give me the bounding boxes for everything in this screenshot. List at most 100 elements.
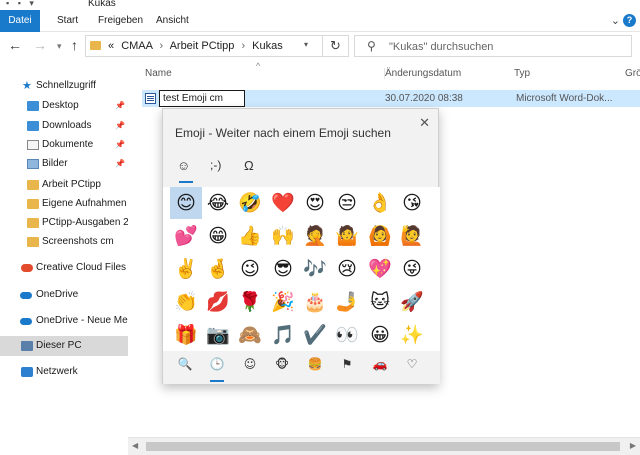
column-header-type[interactable]: Typ [514,68,530,79]
emoji-cell[interactable]: 💖 [364,253,396,285]
breadcrumb-separator[interactable]: › [159,40,163,52]
emoji-cell[interactable]: 👀 [331,319,363,351]
sidebar-item-this-pc[interactable]: Dieser PC [0,336,128,356]
tab-start[interactable]: Start [57,10,78,32]
horizontal-scrollbar[interactable]: ◀ ▶ [128,437,640,455]
emoji-cell[interactable]: 🤣 [234,187,266,219]
sidebar-item-pictures[interactable]: Bilder 📌 [0,154,128,174]
back-button[interactable]: ← [8,37,22,53]
recent-locations-dropdown[interactable]: ▾ [57,41,62,52]
emoji-cell[interactable]: 🐱 [364,286,396,318]
emoji-cell[interactable]: 🤦 [299,220,331,252]
rename-input[interactable]: test Emoji cm [159,90,245,107]
tab-emoji[interactable]: ☺ [177,158,190,173]
breadcrumb-separator[interactable]: › [241,40,245,52]
emoji-cell[interactable]: 🤳 [331,286,363,318]
column-header-size[interactable]: Grö [625,68,640,79]
emoji-cell[interactable]: 📷 [202,319,234,351]
sidebar-item-onedrive[interactable]: OneDrive [0,285,128,305]
sidebar-item-creative-cloud[interactable]: Creative Cloud Files [0,258,128,278]
emoji-cell[interactable]: 🙋 [396,220,428,252]
emoji-cell[interactable]: 😉 [234,253,266,285]
pin-icon[interactable]: 📌 [115,96,125,116]
close-icon[interactable]: ✕ [419,115,430,131]
quick-access-toolbar[interactable]: ▪ ▪ ▾ [6,0,37,9]
emoji-cell[interactable]: 😜 [396,253,428,285]
scroll-left-icon[interactable]: ◀ [132,441,138,450]
breadcrumb-item[interactable]: Kukas [252,40,283,52]
emoji-cell[interactable]: 🙌 [267,220,299,252]
pin-icon[interactable]: 📌 [115,116,125,136]
emoji-cell[interactable]: 😁 [202,220,234,252]
emoji-cell[interactable]: 🤷 [331,220,363,252]
sidebar-item-downloads[interactable]: Downloads 📌 [0,116,128,136]
emoji-cell[interactable]: 👌 [364,187,396,219]
scrollbar-thumb[interactable] [146,442,620,451]
emoji-cell[interactable]: 🚀 [396,286,428,318]
sidebar-item-network[interactable]: Netzwerk [0,362,128,382]
emoji-cell[interactable]: ✨ [396,319,428,351]
column-header-name[interactable]: Name [145,68,172,79]
address-overflow-icon[interactable]: « [108,40,114,52]
emoji-cell[interactable]: ✌️ [170,253,202,285]
emoji-cell[interactable]: 🎁 [170,319,202,351]
tab-share[interactable]: Freigeben [98,10,143,32]
sidebar-item-documents[interactable]: Dokumente 📌 [0,135,128,155]
column-header-modified[interactable]: Änderungsdatum [384,68,461,79]
flag-icon[interactable]: ⚑ [336,357,358,371]
emoji-cell[interactable]: 🎶 [299,253,331,285]
sidebar-item-onedrive-neue-medien[interactable]: OneDrive - Neue Med [0,311,128,331]
address-bar[interactable]: « CMAA › Arbeit PCtipp › Kukas [85,35,323,57]
emoji-cell[interactable]: 😒 [331,187,363,219]
recent-icon[interactable]: 🕒 [206,357,228,371]
smiley-icon[interactable]: ☺ [239,357,261,371]
emoji-cell[interactable]: 😎 [267,253,299,285]
emoji-cell[interactable]: 💋 [202,286,234,318]
address-dropdown-icon[interactable]: ▾ [304,40,308,49]
car-icon[interactable]: 🚗 [369,357,391,371]
help-icon[interactable]: ? [623,14,636,27]
emoji-cell[interactable]: 🌹 [234,286,266,318]
emoji-cell[interactable]: 😢 [331,253,363,285]
emoji-cell[interactable]: ❤️ [267,187,299,219]
emoji-cell[interactable]: 😘 [396,187,428,219]
forward-button[interactable]: → [33,37,47,53]
up-button[interactable]: ↑ [71,37,78,53]
scroll-right-icon[interactable]: ▶ [630,441,636,450]
sidebar-item-eigene-aufnahmen[interactable]: Eigene Aufnahmen [0,194,128,214]
search-input[interactable]: ⚲ "Kukas" durchsuchen [354,35,632,57]
pin-icon[interactable]: 📌 [115,154,125,174]
emoji-cell[interactable]: 👏 [170,286,202,318]
emoji-cell[interactable]: ✔️ [299,319,331,351]
emoji-cell[interactable]: 😂 [202,187,234,219]
breadcrumb-item[interactable]: CMAA [121,40,152,52]
emoji-cell[interactable]: 🎂 [299,286,331,318]
breadcrumb-item[interactable]: Arbeit PCtipp [170,40,235,52]
tab-file[interactable]: Datei [0,10,40,32]
tab-view[interactable]: Ansicht [156,10,189,32]
emoji-cell[interactable]: 😍 [299,187,331,219]
pin-icon[interactable]: 📌 [115,135,125,155]
tab-kaomoji[interactable]: ;-) [210,158,221,172]
emoji-cell[interactable]: 🙈 [234,319,266,351]
emoji-cell[interactable]: 🤞 [202,253,234,285]
sidebar-item-pctipp-ausgaben[interactable]: PCtipp-Ausgaben 20 [0,213,128,233]
refresh-button[interactable]: ↻ [323,35,349,57]
emoji-cell[interactable]: 😀 [364,319,396,351]
emoji-cell[interactable]: 👍 [234,220,266,252]
sidebar-item-desktop[interactable]: Desktop 📌 [0,96,128,116]
people-icon[interactable]: 🐵 [271,357,293,371]
emoji-cell[interactable]: 💕 [170,220,202,252]
heart-icon[interactable]: ♡ [401,357,423,371]
table-row[interactable]: test Emoji cm 30.07.2020 08:38 Microsoft… [142,90,640,107]
search-icon[interactable]: 🔍 [174,357,196,371]
chevron-down-icon[interactable]: ⌄ [611,14,620,27]
tab-symbols[interactable]: Ω [244,158,254,173]
food-icon[interactable]: 🍔 [304,357,326,371]
sidebar-item-arbeit-pctipp[interactable]: Arbeit PCtipp [0,175,128,195]
sidebar-item-quick-access[interactable]: ★ Schnellzugriff [0,76,128,96]
sidebar-item-screenshots[interactable]: Screenshots cm [0,232,128,252]
emoji-cell[interactable]: 🙆 [364,220,396,252]
emoji-cell[interactable]: 😊 [170,187,202,219]
emoji-cell[interactable]: 🎉 [267,286,299,318]
